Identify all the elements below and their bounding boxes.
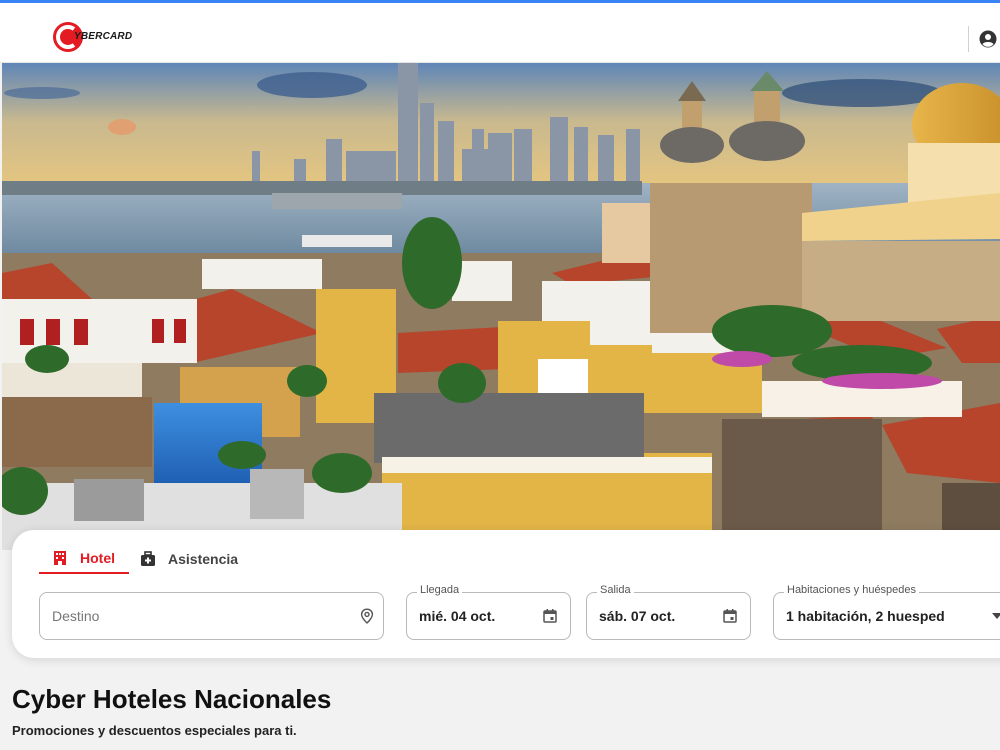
check-out-date-field[interactable]: Salida sáb. 07 oct. [586,584,751,640]
section-title: Cyber Hoteles Nacionales [12,684,332,714]
calendar-icon [543,609,557,623]
tab-asistencia-label: Asistencia [168,551,239,567]
cartagena-skyline-photo [2,63,1000,550]
tab-hotel[interactable]: Hotel [39,544,129,574]
hero-banner-image [2,63,1000,550]
account-circle-icon[interactable] [979,30,997,48]
medical-kit-icon [141,551,155,566]
check-out-value: sáb. 07 oct. [599,608,676,624]
destination-input[interactable]: Destino [39,592,384,640]
site-header: YBERCARD [0,3,1000,63]
location-pin-icon [360,608,374,624]
section-subtitle: Promociones y descuentos especiales para… [12,723,297,738]
check-in-label: Llegada [417,584,463,596]
logo-text: YBERCARD [74,31,133,42]
tab-hotel-label: Hotel [80,550,115,566]
calendar-icon [723,609,737,623]
header-divider [968,26,969,52]
hotel-icon [54,551,66,565]
check-in-value: mié. 04 oct. [419,608,496,624]
cybercard-logo[interactable]: YBERCARD [52,20,132,54]
tab-asistencia[interactable]: Asistencia [140,544,238,574]
destination-placeholder: Destino [52,608,100,624]
rooms-guests-select[interactable]: Habitaciones y huéspedes 1 habitación, 2… [773,584,1000,640]
hotel-search-card: Hotel Asistencia Destino Llegada mié. 04… [12,530,1000,658]
rooms-guests-value: 1 habitación, 2 huesped [786,608,945,624]
check-in-date-field[interactable]: Llegada mié. 04 oct. [406,584,571,640]
check-out-label: Salida [597,584,634,596]
rooms-guests-label: Habitaciones y huéspedes [784,584,920,596]
chevron-down-icon [992,613,1000,619]
